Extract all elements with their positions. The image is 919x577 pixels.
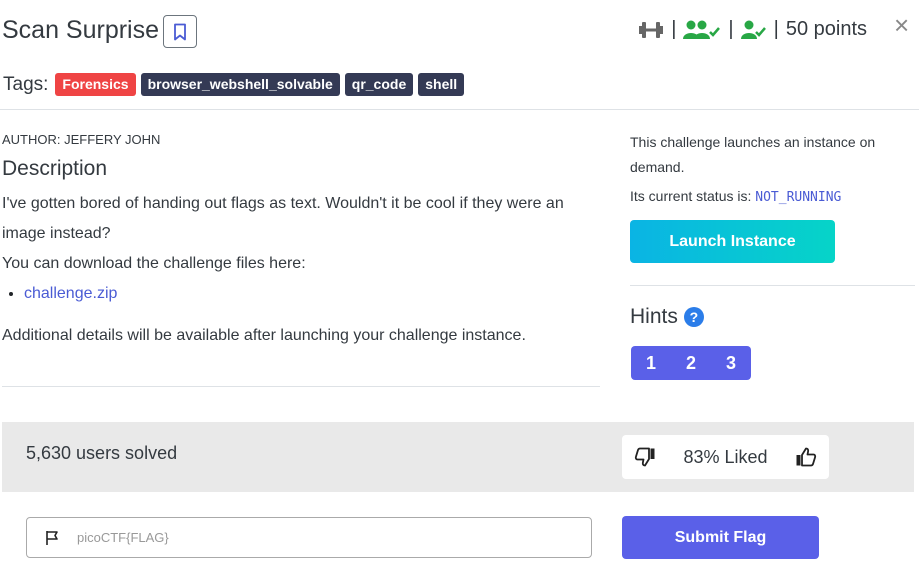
- divider: [630, 285, 915, 286]
- flag-field-container: [26, 517, 592, 558]
- tag-forensics[interactable]: Forensics: [55, 73, 136, 96]
- solved-bar: 5,630 users solved 83% Liked: [2, 422, 914, 492]
- files-list: challenge.zip: [2, 279, 600, 309]
- hint-1-button[interactable]: 1: [631, 346, 671, 380]
- hints-title: Hints: [630, 305, 678, 328]
- description-text: I've gotten bored of handing out flags a…: [2, 195, 564, 242]
- list-item: challenge.zip: [24, 279, 600, 309]
- challenge-details: AUTHOR: JEFFERY JOHN Description I've go…: [2, 132, 600, 345]
- launch-instance-button[interactable]: Launch Instance: [630, 220, 835, 263]
- users-check-icon: [683, 20, 721, 39]
- challenge-header: Scan Surprise | | | 50 points × Tags: Fo…: [0, 0, 919, 110]
- close-icon[interactable]: ×: [894, 12, 909, 38]
- thumbs-down-button[interactable]: [634, 447, 656, 467]
- instance-panel: This challenge launches an instance on d…: [630, 130, 915, 263]
- users-solved: 5,630 users solved: [26, 443, 178, 463]
- instance-status: Its current status is: NOT_RUNNING: [630, 184, 915, 210]
- bookmark-button[interactable]: [163, 15, 197, 48]
- tag-qr-code[interactable]: qr_code: [344, 73, 414, 96]
- divider: [2, 386, 600, 387]
- stats-separator: |: [773, 18, 779, 40]
- tags-label: Tags:: [3, 73, 49, 95]
- dumbbell-icon: [639, 21, 664, 38]
- challenge-author: AUTHOR: JEFFERY JOHN: [2, 132, 161, 147]
- bookmark-icon: [174, 23, 186, 40]
- submit-flag-button[interactable]: Submit Flag: [622, 516, 819, 559]
- stats-separator: |: [728, 18, 734, 40]
- description-heading: Description: [2, 157, 108, 180]
- hints-header: Hints ?: [630, 305, 704, 329]
- challenge-title: Scan Surprise: [2, 16, 160, 44]
- flag-icon: [46, 530, 58, 545]
- thumbs-down-icon: [634, 447, 655, 467]
- stats-separator: |: [671, 18, 677, 40]
- challenge-stats: | | | 50 points: [638, 18, 867, 41]
- status-value: NOT_RUNNING: [755, 190, 842, 205]
- liked-percent: 83% Liked: [683, 446, 768, 467]
- tags-row: Tags: Forensics browser_webshell_solvabl…: [3, 73, 465, 96]
- user-check-icon: [740, 20, 766, 39]
- thumbs-up-icon: [796, 447, 817, 467]
- help-icon[interactable]: ?: [683, 307, 704, 327]
- points-value: 50 points: [785, 18, 867, 40]
- tag-browser-webshell-solvable[interactable]: browser_webshell_solvable: [140, 73, 340, 96]
- tag-shell[interactable]: shell: [418, 73, 465, 96]
- hint-button-group: 1 2 3: [631, 346, 751, 380]
- like-box: 83% Liked: [622, 435, 829, 479]
- thumbs-up-button[interactable]: [795, 447, 817, 467]
- hint-2-button[interactable]: 2: [671, 346, 711, 380]
- download-text: You can download the challenge files her…: [2, 255, 306, 272]
- hint-3-button[interactable]: 3: [711, 346, 751, 380]
- flag-input[interactable]: [77, 530, 537, 545]
- status-label: Its current status is:: [630, 188, 752, 204]
- additional-details: Additional details will be available aft…: [2, 327, 526, 344]
- challenge-zip-link[interactable]: challenge.zip: [24, 285, 117, 302]
- instance-info: This challenge launches an instance on d…: [630, 134, 876, 175]
